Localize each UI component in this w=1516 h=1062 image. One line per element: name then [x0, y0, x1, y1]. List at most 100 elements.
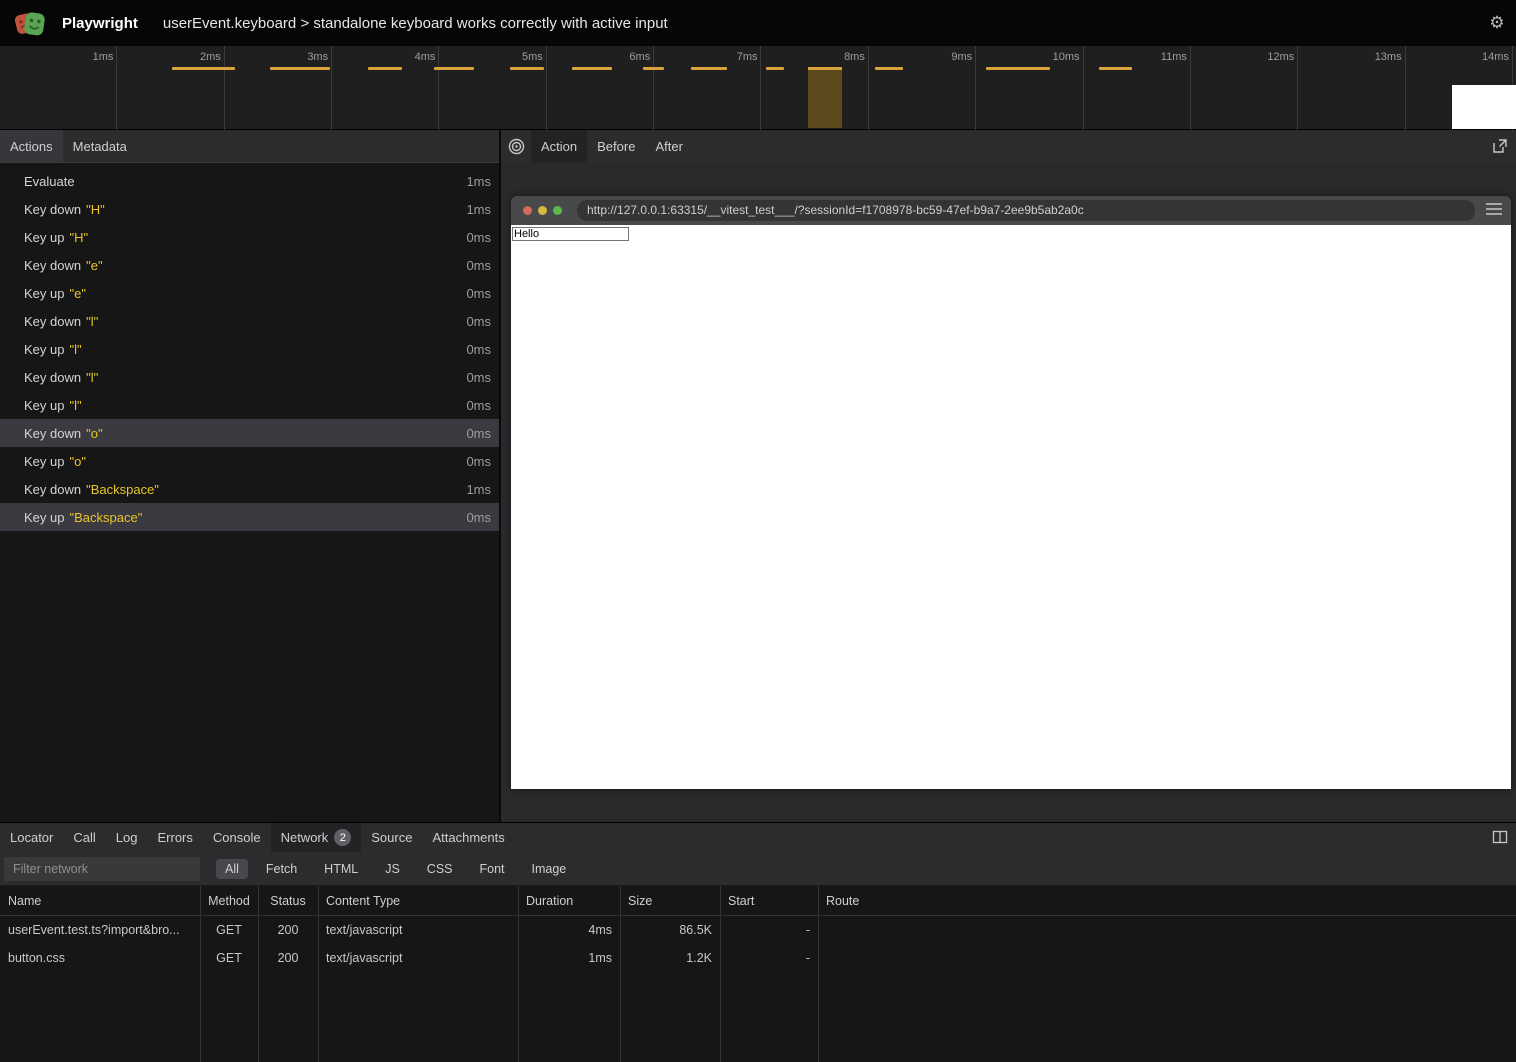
- trace-viewer: Playwright userEvent.keyboard > standalo…: [0, 0, 1516, 1062]
- timeline-strip[interactable]: 1ms2ms3ms4ms5ms6ms7ms8ms9ms10ms11ms12ms1…: [0, 46, 1516, 130]
- external-link-icon[interactable]: [1492, 138, 1510, 156]
- timeline-tick-label: 10ms: [1053, 51, 1080, 63]
- filter-network-input[interactable]: [4, 857, 200, 881]
- tab-errors[interactable]: Errors: [147, 823, 202, 852]
- action-row[interactable]: Key up"e"0ms: [0, 279, 499, 307]
- table-cell: 200: [258, 923, 318, 937]
- tab-call[interactable]: Call: [63, 823, 105, 852]
- film-strip-thumbnail[interactable]: [1452, 85, 1516, 129]
- tab-actions[interactable]: Actions: [0, 130, 63, 162]
- action-row[interactable]: Key up"H"0ms: [0, 223, 499, 251]
- snapshot-tabs: ActionBeforeAfter: [531, 130, 693, 163]
- action-row[interactable]: Key down"l"0ms: [0, 363, 499, 391]
- filter-chip-fetch[interactable]: Fetch: [257, 859, 306, 879]
- tab-source[interactable]: Source: [361, 823, 422, 852]
- timeline-action-bar[interactable]: [875, 67, 903, 70]
- tab-attachments[interactable]: Attachments: [422, 823, 514, 852]
- target-icon[interactable]: [501, 130, 531, 163]
- timeline-action-bar[interactable]: [510, 67, 544, 70]
- timeline-selected-block[interactable]: [808, 67, 842, 128]
- actions-panel: ActionsMetadata Evaluate1msKey down"H"1m…: [0, 130, 499, 822]
- timeline-tick-label: 14ms: [1482, 51, 1509, 63]
- actions-tabbar: ActionsMetadata: [0, 130, 499, 163]
- app-name: Playwright: [62, 15, 138, 32]
- column-header: Status: [258, 894, 318, 908]
- browser-chrome: http://127.0.0.1:63315/__vitest_test___/…: [511, 196, 1511, 225]
- timeline-action-bar[interactable]: [368, 67, 402, 70]
- timeline-grid-cell: 13ms: [1298, 46, 1405, 130]
- network-header-row: NameMethodStatusContent TypeDurationSize…: [0, 886, 1516, 916]
- split-view-icon[interactable]: [1492, 829, 1510, 847]
- timeline-action-bar[interactable]: [766, 67, 784, 70]
- action-row[interactable]: Key down"o"0ms: [0, 419, 499, 447]
- timeline-grid-cell: 6ms: [547, 46, 654, 130]
- filter-chip-all[interactable]: All: [216, 859, 248, 879]
- column-divider: [720, 886, 721, 1062]
- timeline-action-bar[interactable]: [691, 67, 727, 70]
- page-text-input[interactable]: [512, 227, 629, 241]
- filter-chip-js[interactable]: JS: [376, 859, 409, 879]
- tab-locator[interactable]: Locator: [0, 823, 63, 852]
- action-row[interactable]: Key up"l"0ms: [0, 335, 499, 363]
- timeline-grid-cell: 7ms: [654, 46, 761, 130]
- timeline-grid-cell: 12ms: [1191, 46, 1298, 130]
- filter-chip-css[interactable]: CSS: [418, 859, 462, 879]
- action-row[interactable]: Key down"l"0ms: [0, 307, 499, 335]
- snapshot-tabbar: ActionBeforeAfter: [501, 130, 1516, 163]
- action-row[interactable]: Evaluate1ms: [0, 167, 499, 195]
- action-row[interactable]: Key down"H"1ms: [0, 195, 499, 223]
- minimize-dot-icon: [538, 206, 547, 215]
- trace-title: userEvent.keyboard > standalone keyboard…: [163, 15, 668, 32]
- snapshot-panel: ActionBeforeAfter: [501, 130, 1516, 822]
- timeline-tick-label: 5ms: [522, 51, 543, 63]
- table-cell: 4ms: [518, 923, 620, 937]
- timeline-action-bar[interactable]: [1099, 67, 1132, 70]
- bottom-panel: LocatorCallLogErrorsConsoleNetwork2Sourc…: [0, 822, 1516, 1062]
- timeline-action-bar[interactable]: [643, 67, 664, 70]
- column-divider: [258, 886, 259, 1062]
- maximize-dot-icon: [553, 206, 562, 215]
- filter-chip-font[interactable]: Font: [471, 859, 514, 879]
- tab-network[interactable]: Network2: [271, 823, 362, 852]
- filter-chip-html[interactable]: HTML: [315, 859, 367, 879]
- timeline-tick-label: 2ms: [200, 51, 221, 63]
- tab-action[interactable]: Action: [531, 130, 587, 163]
- gear-icon[interactable]: ⚙︎: [1488, 14, 1506, 32]
- timeline-tick-label: 8ms: [844, 51, 865, 63]
- network-toolbar: All Fetch HTML JS CSS Font Image: [0, 852, 1516, 886]
- timeline-action-bar[interactable]: [572, 67, 612, 70]
- column-divider: [818, 886, 819, 1062]
- network-row[interactable]: button.cssGET200text/javascript1ms1.2K-: [0, 944, 1516, 972]
- column-header: Start: [720, 894, 818, 908]
- tab-log[interactable]: Log: [106, 823, 148, 852]
- action-row[interactable]: Key up"Backspace"0ms: [0, 503, 499, 531]
- timeline-action-bar[interactable]: [270, 67, 330, 70]
- timeline-grid-cell: 5ms: [439, 46, 546, 130]
- column-divider: [200, 886, 201, 1062]
- action-row[interactable]: Key down"Backspace"1ms: [0, 475, 499, 503]
- timeline-grid-cell: 1ms: [10, 46, 117, 130]
- timeline-tick-label: 13ms: [1375, 51, 1402, 63]
- action-row[interactable]: Key up"l"0ms: [0, 391, 499, 419]
- hamburger-icon: [1486, 203, 1502, 217]
- close-dot-icon: [523, 206, 532, 215]
- timeline-tick-label: 4ms: [415, 51, 436, 63]
- traffic-lights: [523, 206, 562, 215]
- network-row[interactable]: userEvent.test.ts?import&bro...GET200tex…: [0, 916, 1516, 944]
- tab-metadata[interactable]: Metadata: [63, 130, 137, 162]
- column-header: Size: [620, 894, 720, 908]
- tab-console[interactable]: Console: [203, 823, 271, 852]
- table-cell: text/javascript: [318, 951, 518, 965]
- tab-before[interactable]: Before: [587, 130, 645, 163]
- timeline-action-bar[interactable]: [434, 67, 474, 70]
- action-row[interactable]: Key down"e"0ms: [0, 251, 499, 279]
- action-row[interactable]: Key up"o"0ms: [0, 447, 499, 475]
- playwright-logo: [13, 6, 47, 40]
- timeline-action-bar[interactable]: [986, 67, 1050, 70]
- network-count-badge: 2: [334, 829, 351, 846]
- filter-chip-image[interactable]: Image: [523, 859, 576, 879]
- timeline-action-bar[interactable]: [172, 67, 235, 70]
- timeline-grid-cell: 4ms: [332, 46, 439, 130]
- tab-after[interactable]: After: [645, 130, 692, 163]
- table-cell: GET: [200, 923, 258, 937]
